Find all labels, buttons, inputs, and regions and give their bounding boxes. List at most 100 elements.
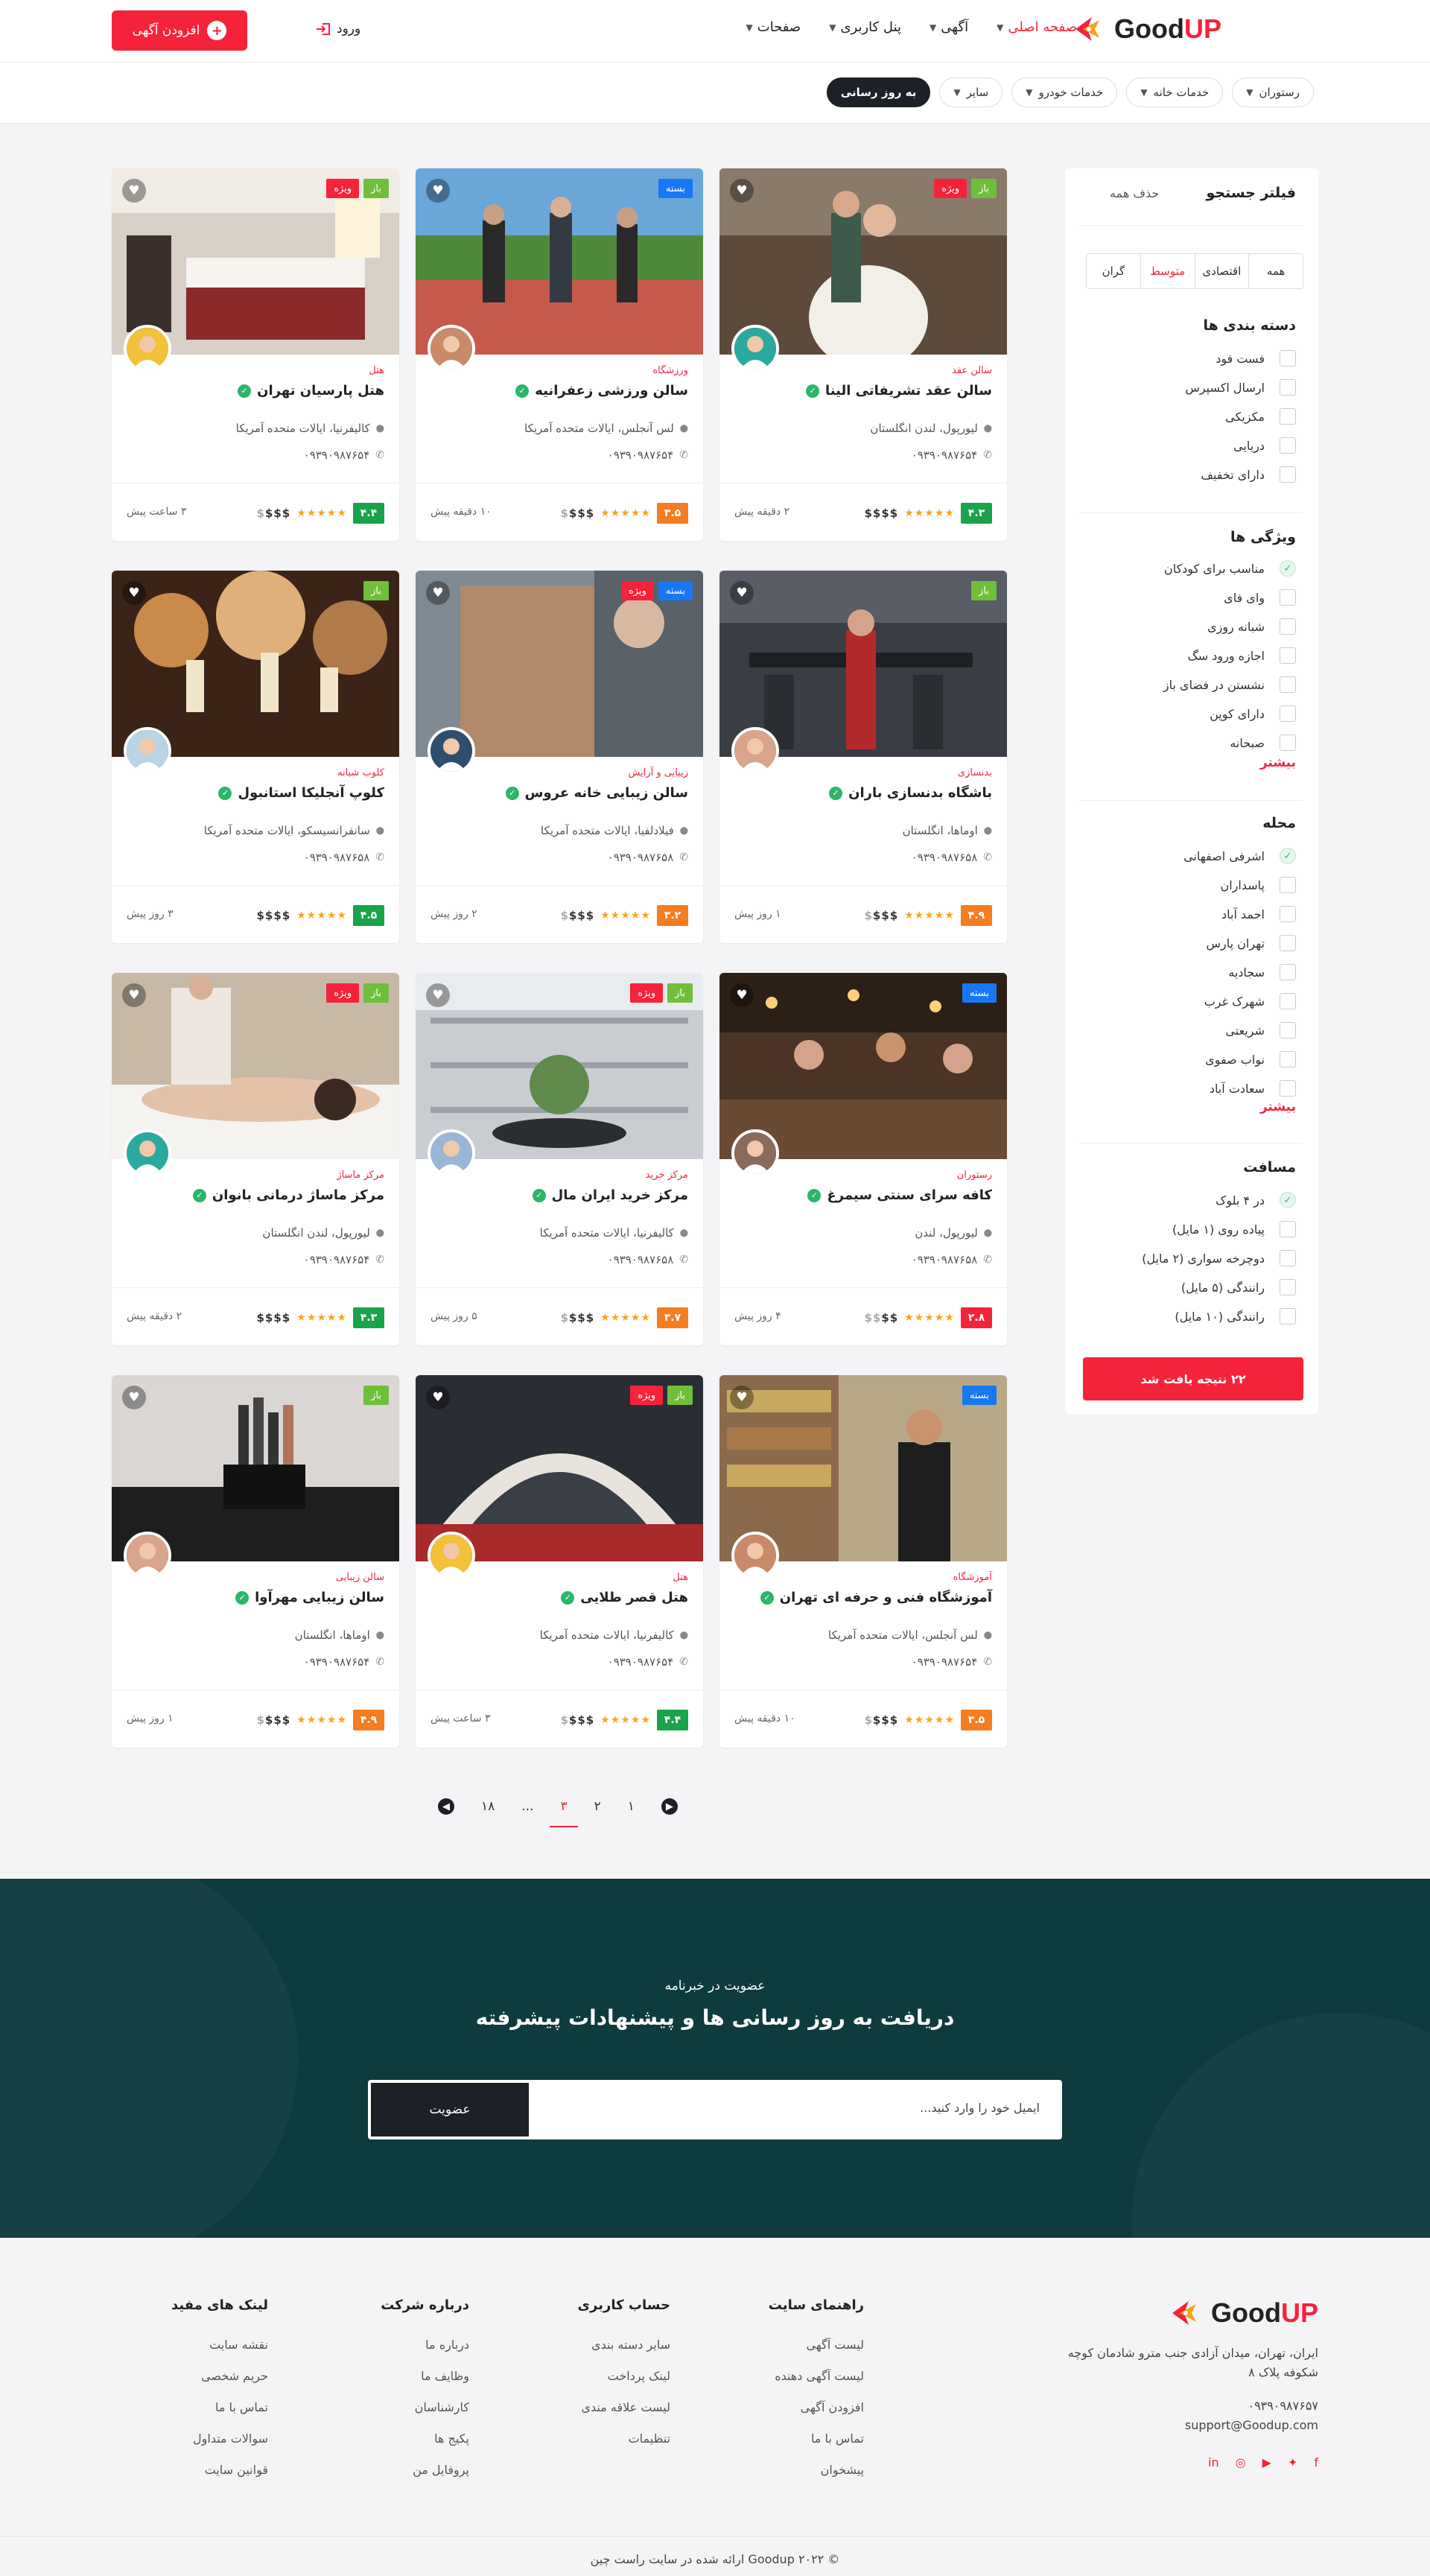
areas-option[interactable]: احمد آباد (1080, 903, 1296, 925)
footer-link[interactable]: تماس با ما (715, 2423, 864, 2455)
avatar[interactable] (124, 1129, 171, 1177)
listing-card[interactable]: باز ویژه ♥ هتل هتل پارسیان تهران ✓ ⬤ کالیفرنیا،… (112, 168, 399, 541)
facebook-icon[interactable]: f (1314, 2455, 1318, 2469)
avatar[interactable] (124, 1532, 171, 1579)
checkbox[interactable] (1280, 437, 1296, 454)
heart-icon[interactable]: ♥ (122, 983, 146, 1007)
heart-icon[interactable]: ♥ (730, 581, 754, 605)
checkbox[interactable] (1280, 1022, 1296, 1038)
heart-icon[interactable]: ♥ (122, 179, 146, 203)
listing-category[interactable]: مرکز خرید (646, 1170, 688, 1181)
checkbox[interactable] (1280, 877, 1296, 893)
listing-title[interactable]: کافه سرای سنتی سیمرغ ✓ (807, 1187, 992, 1203)
areas-option[interactable]: شهرک غرب (1080, 990, 1296, 1012)
checkbox[interactable] (1280, 408, 1296, 425)
listing-phone[interactable]: ✆ ۰۹۳۹۰۹۸۷۶۵۸ (912, 1253, 992, 1266)
nav-home[interactable]: صفحه اصلی ▼ (997, 19, 1077, 35)
avatar[interactable] (124, 325, 171, 372)
categories-option[interactable]: دارای تخفیف (1080, 463, 1296, 486)
listing-title[interactable]: آموزشگاه فنی و حرفه ای تهران ✓ (760, 1590, 992, 1605)
chip-car-services[interactable]: خدمات خودرو ▼ (1011, 77, 1118, 107)
listing-category[interactable]: سالن عقد (952, 365, 992, 376)
linkedin-icon[interactable]: in (1208, 2455, 1219, 2469)
listing-phone[interactable]: ✆ ۰۹۳۹۰۹۸۷۶۵۴ (304, 1253, 384, 1266)
avatar[interactable] (731, 1532, 779, 1579)
footer-link[interactable]: کارشناسان (320, 2392, 469, 2423)
checkbox[interactable] (1280, 735, 1296, 751)
checkbox[interactable] (1280, 906, 1296, 922)
listing-category[interactable]: مرکز ماساژ (337, 1170, 384, 1181)
arrow-left-icon[interactable]: ◀ (438, 1798, 454, 1815)
listing-card[interactable]: باز ♥ کلوب شبانه کلوپ آنجلیکا استانبول ✓ ⬤ سان… (112, 571, 399, 943)
areas-option[interactable]: تهران پارس (1080, 932, 1296, 954)
features-option[interactable]: ✓ مناسب برای کودکان (1080, 557, 1296, 580)
chip-home-services[interactable]: خدمات خانه ▼ (1126, 77, 1224, 107)
listing-card[interactable]: باز ویژه ♥ سالن عقد سالن عقد تشریفاتی الینا ✓… (719, 168, 1007, 541)
checkbox[interactable] (1280, 589, 1296, 606)
add-listing-button[interactable]: + افزودن آگهی (112, 10, 247, 51)
listing-card[interactable]: باز ویژه ♥ مرکز ماساژ مرکز ماساژ درمانی بانو… (112, 973, 399, 1345)
update-button[interactable]: به روز رسانی (826, 77, 931, 107)
listing-phone[interactable]: ✆ ۰۹۳۹۰۹۸۷۶۵۴ (608, 448, 688, 462)
listing-title[interactable]: سالن زیبایی مهرآوا ✓ (235, 1590, 384, 1605)
clear-all-link[interactable]: حذف همه (1110, 186, 1159, 200)
areas-more-link[interactable]: بیشتر (1260, 1100, 1296, 1114)
avatar[interactable] (731, 325, 779, 372)
listing-card[interactable]: باز ویژه ♥ مرکز خرید مرکز خرید ایران مال ✓ ⬤ کا… (416, 973, 703, 1345)
listing-phone[interactable]: ✆ ۰۹۳۹۰۹۸۷۶۵۸ (912, 851, 992, 864)
footer-link[interactable]: لیست آگهی (715, 2329, 864, 2361)
avatar[interactable] (124, 727, 171, 775)
price-all[interactable]: همه (1248, 254, 1303, 288)
listing-phone[interactable]: ✆ ۰۹۳۹۰۹۸۷۶۵۴ (608, 1655, 688, 1669)
footer-link[interactable]: تماس با ما (119, 2392, 268, 2423)
listing-category[interactable]: زیبایی و آرایش (629, 767, 688, 778)
listing-category[interactable]: سالن زیبایی (336, 1572, 384, 1583)
checkbox[interactable] (1280, 350, 1296, 367)
footer-link[interactable]: درباره ما (320, 2329, 469, 2361)
listing-category[interactable]: هتل (673, 1572, 688, 1583)
footer-link[interactable]: سایر دسته بندی (521, 2329, 670, 2361)
nav-user-panel[interactable]: پنل کاربری ▼ (829, 19, 901, 35)
listing-title[interactable]: کلوپ آنجلیکا استانبول ✓ (218, 785, 384, 801)
listing-title[interactable]: سالن ورزشی زعفرانیه ✓ (515, 383, 688, 399)
page-3-current[interactable]: ۳ (550, 1799, 578, 1827)
listing-phone[interactable]: ✆ ۰۹۳۹۰۹۸۷۶۵۴ (304, 1655, 384, 1669)
areas-option[interactable]: سعادت آباد (1080, 1077, 1296, 1100)
checkbox[interactable] (1280, 1308, 1296, 1325)
footer-email[interactable]: support@Goodup.com (1185, 2418, 1318, 2432)
footer-link[interactable]: لینک پرداخت (521, 2361, 670, 2392)
listing-card[interactable]: بسته ♥ آموزشگاه آموزشگاه فنی و حرفه ای تهرا… (719, 1375, 1007, 1748)
arrow-right-icon[interactable]: ▶ (661, 1798, 678, 1815)
distances-option[interactable]: رانندگی (۵ مایل) (1080, 1276, 1296, 1298)
heart-icon[interactable]: ♥ (122, 581, 146, 605)
heart-icon[interactable]: ♥ (426, 983, 450, 1007)
features-option[interactable]: نشستن در فضای باز (1080, 673, 1296, 696)
listing-phone[interactable]: ✆ ۰۹۳۹۰۹۸۷۶۵۴ (912, 448, 992, 462)
page-2[interactable]: ۲ (594, 1799, 601, 1814)
avatar[interactable] (428, 727, 475, 775)
features-option[interactable]: شبانه روزی (1080, 615, 1296, 638)
youtube-icon[interactable]: ▶ (1262, 2455, 1271, 2469)
listing-card[interactable]: باز ♥ بدنسازی باشگاه بدنسازی باران ✓ ⬤ اوماها،… (719, 571, 1007, 943)
footer-link[interactable]: قوانین سایت (119, 2455, 268, 2486)
checkbox[interactable] (1280, 1221, 1296, 1237)
footer-link[interactable]: وظایف ما (320, 2361, 469, 2392)
heart-icon[interactable]: ♥ (426, 1386, 450, 1409)
listing-title[interactable]: مرکز ماساژ درمانی بانوان ✓ (192, 1187, 384, 1203)
avatar[interactable] (428, 325, 475, 372)
page-1[interactable]: ۱ (628, 1799, 635, 1814)
footer-link[interactable]: لیست علاقه مندی (521, 2392, 671, 2423)
checkbox[interactable] (1280, 705, 1296, 722)
footer-logo[interactable]: GoodUP (1169, 2297, 1318, 2329)
checkbox[interactable] (1280, 964, 1296, 980)
checkbox[interactable] (1280, 676, 1296, 693)
checkbox[interactable] (1280, 993, 1296, 1009)
listing-card[interactable]: باز ویژه ♥ هتل هتل قصر طلایی ✓ ⬤ کالیفرنیا، ایا… (416, 1375, 703, 1748)
listing-title[interactable]: هتل قصر طلایی ✓ (561, 1590, 688, 1605)
listing-title[interactable]: سالن زیبایی خانه عروس ✓ (505, 785, 688, 801)
listing-category[interactable]: ورزشگاه (652, 365, 688, 376)
footer-link[interactable]: پروفایل من (320, 2455, 469, 2486)
footer-link[interactable]: لیست آگهی دهنده (715, 2361, 864, 2392)
checkbox[interactable] (1280, 647, 1296, 664)
distances-option[interactable]: دوچرخه سواری (۲ مایل) (1080, 1247, 1296, 1269)
